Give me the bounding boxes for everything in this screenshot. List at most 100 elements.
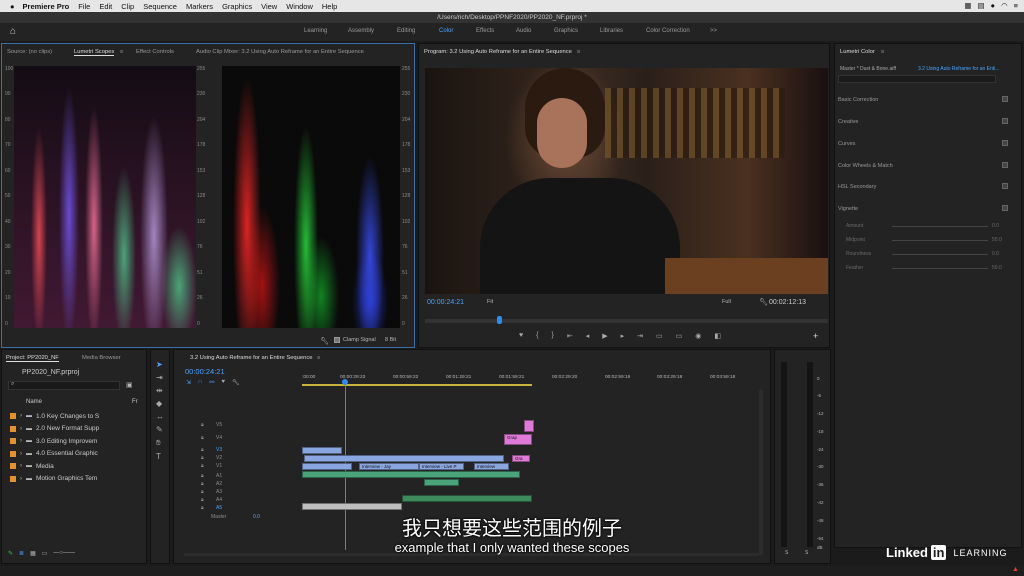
list-item[interactable]: › ▬ 2.0 New Format Supp: [10, 423, 140, 436]
basic-correction-checkbox[interactable]: [1002, 96, 1008, 102]
list-item[interactable]: › ▬ 3.0 Editing Improvem: [10, 435, 140, 448]
cloud-icon[interactable]: ●: [991, 1, 996, 10]
workspace-learning[interactable]: Learning: [304, 28, 327, 34]
clip-v1[interactable]: [302, 463, 352, 470]
list-item[interactable]: › ▬ 1.0 Key Changes to S: [10, 410, 140, 423]
wrench-icon[interactable]: 🔧︎: [320, 337, 329, 345]
track-label-v1[interactable]: V1: [216, 463, 222, 469]
playhead-marker[interactable]: [497, 316, 502, 324]
section-basic-correction[interactable]: Basic Correction: [838, 97, 878, 103]
hsl-secondary-checkbox[interactable]: [1002, 183, 1008, 189]
tab-media-browser[interactable]: Media Browser: [82, 355, 121, 361]
menu-window[interactable]: Window: [286, 2, 313, 11]
apple-icon[interactable]: ●: [10, 2, 15, 11]
section-hsl-secondary[interactable]: HSL Secondary: [838, 184, 876, 190]
workspace-color[interactable]: Color: [439, 28, 453, 34]
track-label-a5[interactable]: A5: [216, 505, 222, 511]
curves-checkbox[interactable]: [1002, 140, 1008, 146]
vignette-feather-slider[interactable]: [892, 268, 988, 269]
track-label-a2[interactable]: A2: [216, 481, 222, 487]
vignette-midpoint-slider[interactable]: [892, 240, 988, 241]
app-menu[interactable]: Premiere Pro: [23, 2, 70, 11]
menu-clip[interactable]: Clip: [121, 2, 134, 11]
color-wheels-checkbox[interactable]: [1002, 162, 1008, 168]
lock-icon[interactable]: 🔒︎: [201, 473, 204, 479]
clip-audio-a2[interactable]: [424, 479, 459, 486]
clip-graphic[interactable]: Grap: [504, 434, 532, 445]
lock-icon[interactable]: 🔒︎: [201, 497, 204, 503]
clip-v2[interactable]: [304, 455, 504, 462]
list-item[interactable]: › ▬ Motion Graphics Tem: [10, 473, 140, 486]
tab-project[interactable]: Project: PP2020_NF: [6, 355, 59, 362]
menu-graphics[interactable]: Graphics: [222, 2, 252, 11]
list-item[interactable]: › ▬ 4.0 Essential Graphic: [10, 448, 140, 461]
add-marker-icon[interactable]: ♥: [519, 332, 523, 342]
tab-lumetri-scopes[interactable]: Lumetri Scopes: [74, 49, 115, 56]
lock-icon[interactable]: 🔒︎: [201, 422, 204, 428]
expand-arrow-icon[interactable]: ›: [20, 463, 22, 469]
mark-out-icon[interactable]: }: [552, 332, 554, 342]
selection-tool-icon[interactable]: ➤: [156, 360, 164, 369]
vignette-feather-value[interactable]: 50.0: [992, 265, 1002, 271]
work-area-bar[interactable]: [302, 384, 532, 386]
snap-icon[interactable]: ∩: [198, 379, 202, 386]
slip-tool-icon[interactable]: ↔: [156, 412, 164, 421]
workspace-color-correction[interactable]: Color Correction: [646, 28, 690, 34]
timeline-title[interactable]: 3.2 Using Auto Reframe for an Entire Seq…: [190, 355, 312, 361]
track-label-v2[interactable]: V2: [216, 455, 222, 461]
clip-graphic[interactable]: [524, 420, 534, 432]
hand-tool-icon[interactable]: ✋︎: [156, 438, 164, 448]
lock-icon[interactable]: 🔒︎: [201, 505, 204, 511]
bit-depth-select[interactable]: 8 Bit: [385, 337, 396, 343]
linked-selection-icon[interactable]: ⚯: [209, 379, 214, 386]
menu-edit[interactable]: Edit: [99, 2, 112, 11]
wifi-icon[interactable]: ◠: [1001, 1, 1008, 10]
clip-interview[interactable]: Interview: [474, 463, 509, 470]
lift-icon[interactable]: ▭: [656, 332, 663, 342]
lock-icon[interactable]: 🔒︎: [201, 463, 204, 469]
new-bin-icon[interactable]: ▣: [126, 381, 133, 389]
lumetri-dropdown[interactable]: [838, 75, 996, 83]
expand-arrow-icon[interactable]: ›: [20, 438, 22, 444]
expand-arrow-icon[interactable]: ›: [20, 413, 22, 419]
expand-arrow-icon[interactable]: ›: [20, 426, 22, 432]
project-search-input[interactable]: [8, 381, 120, 390]
panel-menu-icon[interactable]: ≡: [577, 49, 580, 55]
workspace-assembly[interactable]: Assembly: [348, 28, 374, 34]
pen-tool-icon[interactable]: ✎: [156, 425, 164, 434]
workspace-libraries[interactable]: Libraries: [600, 28, 623, 34]
section-curves[interactable]: Curves: [838, 141, 855, 147]
menu-markers[interactable]: Markers: [186, 2, 213, 11]
panel-menu-icon[interactable]: ≡: [317, 355, 320, 361]
track-label-a4[interactable]: A4: [216, 497, 222, 503]
settings-wrench-icon[interactable]: 🔧︎: [232, 379, 240, 386]
panel-menu-icon[interactable]: ≡: [120, 49, 123, 55]
comparison-view-icon[interactable]: ◧: [714, 332, 721, 342]
column-framerate-header[interactable]: Fr: [132, 399, 138, 405]
menu-sequence[interactable]: Sequence: [143, 2, 177, 11]
menu-list-icon[interactable]: ≡: [1014, 1, 1018, 10]
clip-interview-jay[interactable]: Interview - Jay: [359, 463, 419, 470]
export-frame-icon[interactable]: ◉: [695, 332, 701, 342]
track-label-v5[interactable]: V5: [216, 422, 222, 428]
vignette-amount-value[interactable]: 0.0: [992, 223, 999, 229]
menu-file[interactable]: File: [78, 2, 90, 11]
add-marker-icon[interactable]: ♥: [221, 379, 225, 386]
section-vignette[interactable]: Vignette: [838, 206, 858, 212]
tab-source[interactable]: Source: (no clips): [7, 49, 52, 55]
menu-help[interactable]: Help: [322, 2, 337, 11]
fit-select[interactable]: Fit: [487, 299, 493, 305]
panel-menu-icon[interactable]: ≡: [881, 49, 884, 55]
workspace-audio[interactable]: Audio: [516, 28, 531, 34]
program-timecode[interactable]: 00:00:24:21: [427, 299, 464, 306]
lumetri-sequence-clip[interactable]: 3.2 Using Auto Reframe for an Enti...: [918, 66, 999, 72]
expand-arrow-icon[interactable]: ›: [20, 476, 22, 482]
playhead-handle[interactable]: [342, 379, 348, 385]
type-tool-icon[interactable]: T: [156, 452, 164, 461]
list-item[interactable]: › ▬ Media: [10, 460, 140, 473]
clamp-signal-checkbox[interactable]: [334, 337, 340, 343]
creative-checkbox[interactable]: [1002, 118, 1008, 124]
add-button-icon[interactable]: +: [813, 331, 818, 341]
step-forward-icon[interactable]: ▸: [621, 332, 625, 342]
nest-icon[interactable]: ⇲: [186, 379, 191, 386]
